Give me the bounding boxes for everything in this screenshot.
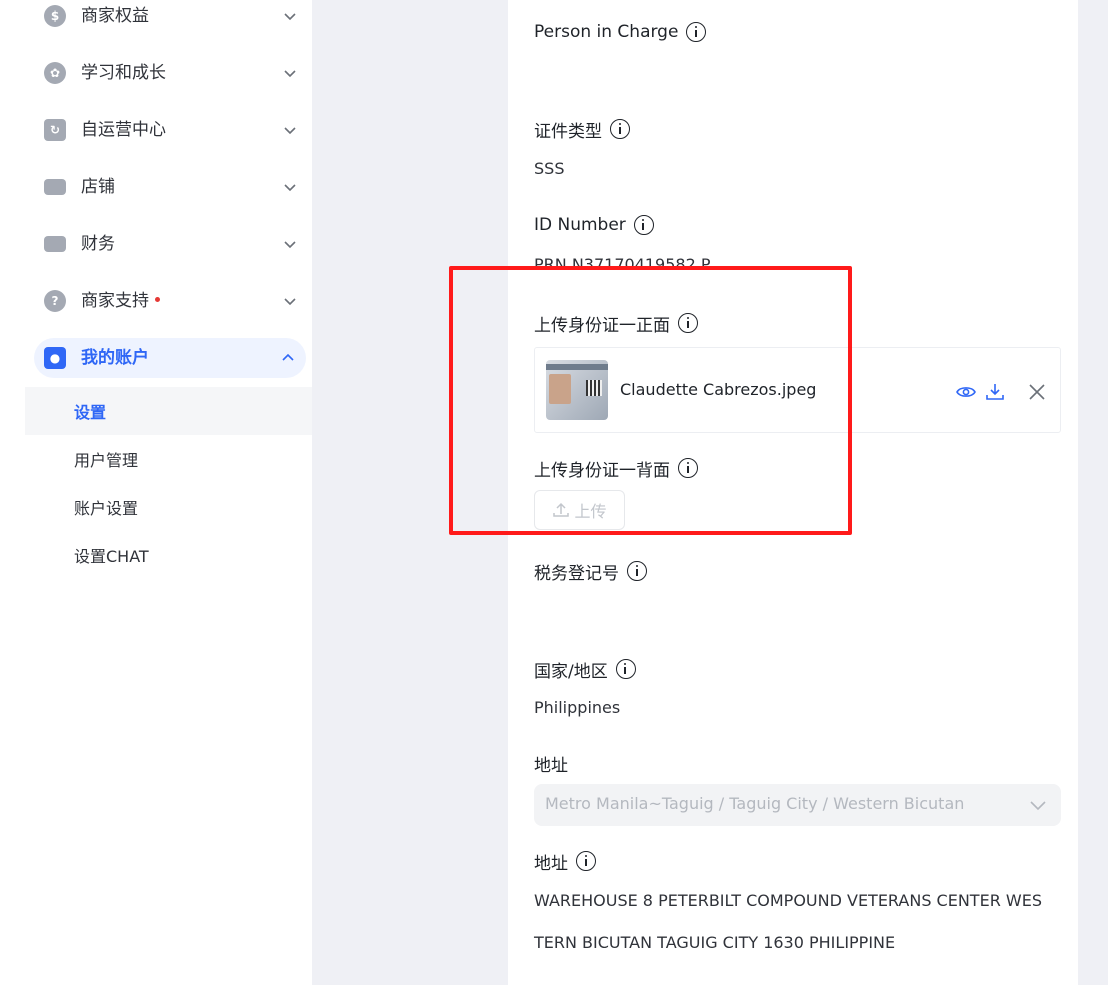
chevron-down-icon (284, 241, 296, 249)
sidebar-item-label: 自运营中心 (81, 120, 166, 140)
tax-number-label-text: 税务登记号 (534, 563, 619, 584)
chevron-up-icon (282, 353, 294, 361)
country-value: Philippines (534, 698, 621, 717)
sidebar-item-label: 学习和成长 (81, 63, 166, 83)
sidebar-item-store[interactable]: 店铺 (30, 167, 308, 207)
upload-button-label: 上传 (574, 502, 607, 521)
page-background-right (1078, 0, 1108, 985)
chevron-down-icon (284, 184, 296, 192)
download-icon[interactable] (984, 381, 1006, 403)
info-icon[interactable] (678, 313, 698, 333)
id-number-value: PRN N37170419582 P (534, 255, 711, 274)
notification-dot (155, 296, 160, 302)
sidebar-item-label: 店铺 (81, 177, 115, 197)
info-icon[interactable] (576, 851, 596, 871)
id-number-label: ID Number (534, 213, 654, 237)
id-back-label: 上传身份证一背面 (534, 456, 698, 481)
sidebar-item-label: 商家支持 (81, 290, 160, 312)
id-type-label: 证件类型 (534, 117, 630, 142)
address-line-1: WAREHOUSE 8 PETERBILT COMPOUND VETERANS … (534, 891, 1042, 910)
id-card-band (546, 364, 608, 370)
refresh-icon: ↻ (44, 119, 66, 141)
address-select-label: 地址 (534, 751, 568, 776)
info-icon[interactable] (610, 119, 630, 139)
id-front-label: 上传身份证一正面 (534, 311, 698, 336)
info-icon[interactable] (627, 561, 647, 581)
sub-item-chat-settings[interactable]: 设置CHAT (25, 531, 312, 579)
person-in-charge-label-text: Person in Charge (534, 22, 679, 42)
sprout-icon: ✿ (44, 62, 66, 84)
id-card-photo (549, 374, 571, 404)
id-type-value: SSS (534, 159, 565, 178)
page-background (312, 0, 508, 985)
sidebar-item-finance[interactable]: 财务 (30, 224, 308, 264)
address-select-label-text: 地址 (534, 755, 568, 776)
id-type-label-text: 证件类型 (534, 121, 602, 142)
address-label: 地址 (534, 849, 596, 874)
id-card-thumbnail[interactable] (546, 360, 608, 420)
address-select-value: Metro Manila~Taguig / Taguig City / West… (545, 794, 965, 813)
sidebar-item-label: 财务 (81, 234, 115, 254)
id-front-label-text: 上传身份证一正面 (534, 315, 670, 336)
tax-number-label: 税务登记号 (534, 559, 647, 584)
wallet-icon (44, 236, 66, 252)
eye-icon[interactable] (955, 381, 977, 403)
sidebar-item-learning[interactable]: ✿ 学习和成长 (30, 53, 308, 93)
id-number-label-text: ID Number (534, 215, 626, 235)
country-label: 国家/地区 (534, 657, 636, 682)
sub-item-account-settings[interactable]: 账户设置 (25, 483, 312, 531)
info-icon[interactable] (615, 659, 636, 679)
chevron-down-icon (284, 70, 296, 78)
address-select[interactable]: Metro Manila~Taguig / Taguig City / West… (534, 784, 1061, 826)
file-name: Claudette Cabrezos.jpeg (620, 380, 817, 399)
chevron-down-icon (284, 13, 296, 21)
store-icon (44, 179, 66, 195)
info-icon[interactable] (678, 458, 698, 478)
person-in-charge-label: Person in Charge (534, 20, 707, 44)
upload-button[interactable]: 上传 (534, 490, 625, 530)
info-icon[interactable] (686, 22, 707, 42)
address-line-2: TERN BICUTAN TAGUIG CITY 1630 PHILIPPINE (534, 933, 896, 952)
uploaded-file-card: Claudette Cabrezos.jpeg (534, 347, 1061, 433)
sidebar-item-label-text: 商家支持 (81, 291, 149, 311)
sub-item-user-management[interactable]: 用户管理 (25, 435, 312, 483)
sidebar-item-merchant-support[interactable]: ? 商家支持 (30, 281, 308, 321)
sidebar-item-merchant-benefits[interactable]: $ 商家权益 (30, 0, 308, 36)
sidebar-item-my-account[interactable]: ● 我的账户 (34, 338, 306, 378)
close-icon[interactable] (1026, 381, 1048, 403)
info-icon[interactable] (633, 215, 654, 235)
chevron-down-icon (284, 298, 296, 306)
chevron-down-icon (1030, 801, 1046, 811)
id-card-qr (586, 380, 602, 396)
question-icon: ? (44, 290, 66, 312)
user-icon: ● (44, 347, 66, 369)
dollar-icon: $ (44, 5, 66, 27)
country-label-text: 国家/地区 (534, 661, 608, 682)
chevron-down-icon (284, 127, 296, 135)
id-back-label-text: 上传身份证一背面 (534, 460, 670, 481)
sidebar-item-label: 商家权益 (81, 6, 149, 26)
upload-icon (553, 502, 570, 517)
sub-item-settings[interactable]: 设置 (25, 387, 312, 435)
sidebar-item-self-operation[interactable]: ↻ 自运营中心 (30, 110, 308, 150)
address-label-text: 地址 (534, 853, 568, 874)
sidebar-item-label: 我的账户 (81, 348, 149, 368)
sidebar: $ 商家权益 ✿ 学习和成长 ↻ 自运营中心 店铺 财务 ? 商家支持 ● 我的… (0, 0, 312, 985)
